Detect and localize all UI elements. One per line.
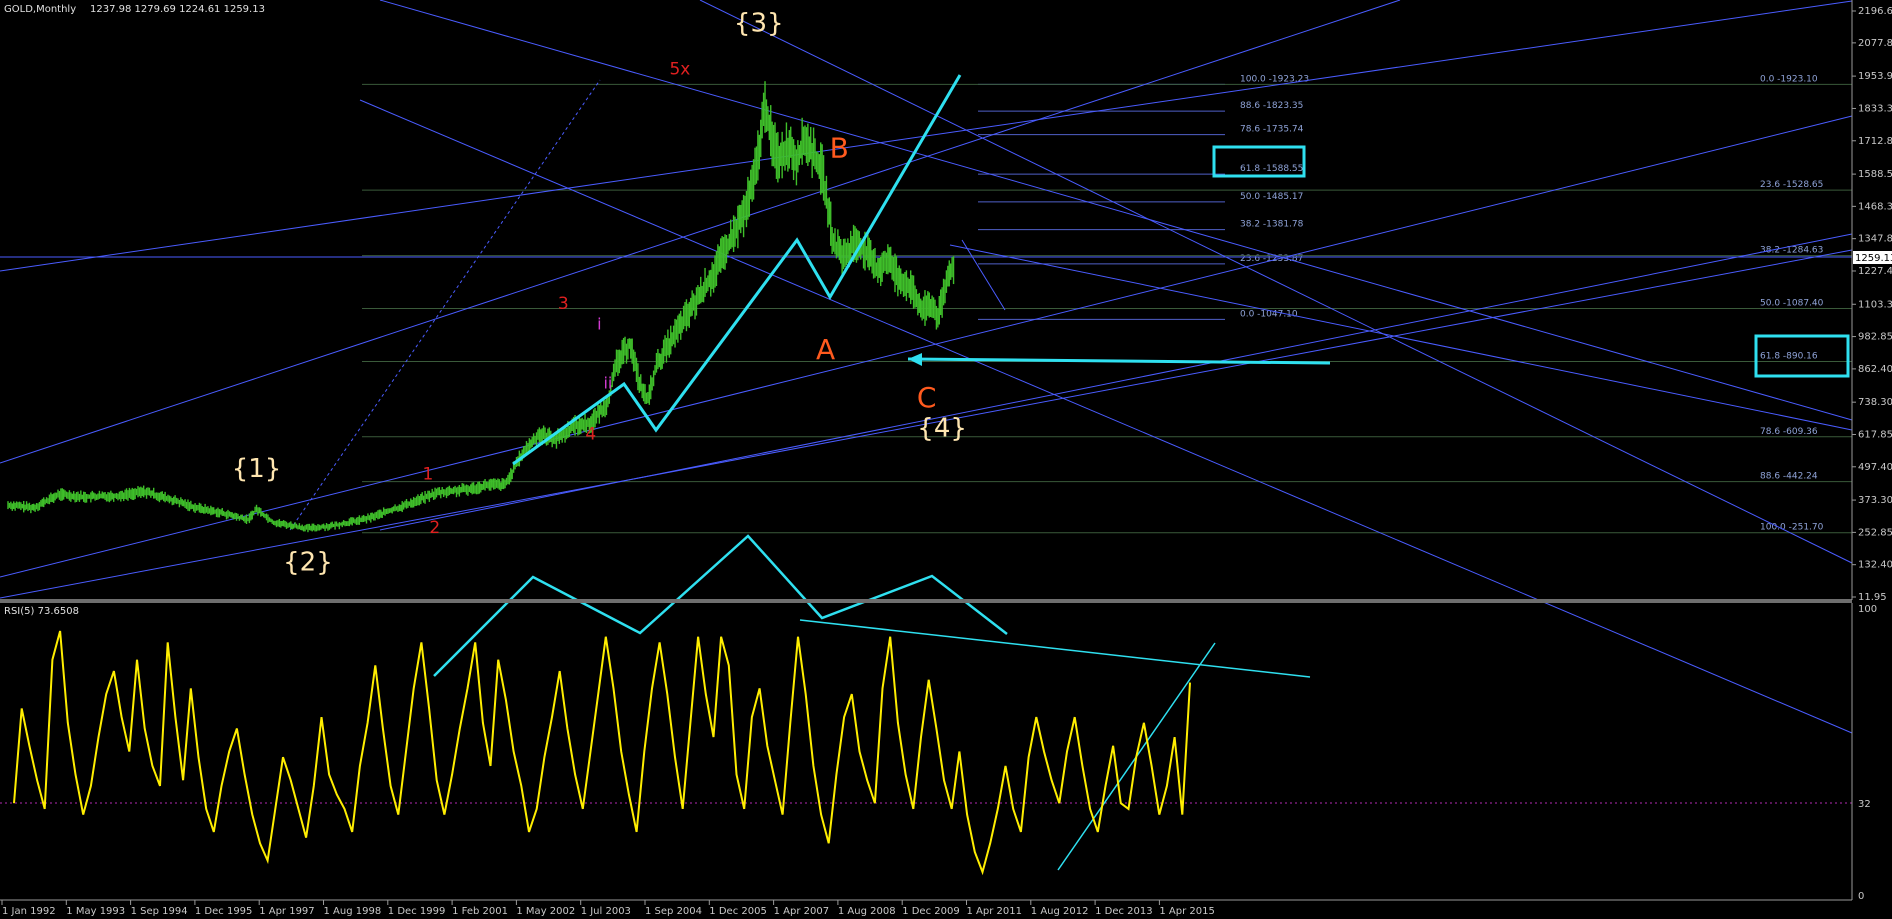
price-tick-label: 1103.30 — [1858, 299, 1892, 310]
time-tick-label: 1 May 1993 — [66, 906, 125, 917]
fib-level-label: 78.6 -609.36 — [1760, 427, 1818, 437]
rsi-indicator-label: RSI(5) 73.6508 — [4, 606, 79, 617]
time-tick-label: 1 Feb 2001 — [452, 906, 508, 917]
chart-symbol: GOLD,Monthly — [4, 4, 76, 15]
rsi-tick-label: 100 — [1858, 604, 1877, 615]
fib-level-label: 88.6 -442.24 — [1760, 472, 1818, 482]
rsi-tick-label: 32 — [1858, 799, 1871, 810]
wave-label: {4} — [917, 414, 967, 444]
price-tick-label: 862.40 — [1858, 364, 1892, 375]
price-tick-label: 1468.30 — [1858, 201, 1892, 212]
wave-label: 1 — [423, 465, 434, 485]
time-tick-label: 1 Aug 2008 — [838, 906, 896, 917]
price-tick-label: 373.30 — [1858, 495, 1892, 506]
time-tick-label: 1 Aug 1998 — [324, 906, 382, 917]
wave-label: {3} — [734, 9, 784, 39]
wave-label: A — [816, 333, 835, 366]
time-tick-label: 1 Dec 1999 — [388, 906, 446, 917]
price-tick-label: 2077.85 — [1858, 38, 1892, 49]
wave-label: i — [597, 314, 601, 333]
time-tick-label: 1 Apr 1997 — [259, 906, 314, 917]
chart-ohlc: 1237.98 1279.69 1224.61 1259.13 — [90, 4, 265, 15]
wave-label: {1} — [232, 454, 282, 484]
time-tick-label: 1 Dec 1995 — [195, 906, 253, 917]
wave-label: C — [917, 381, 937, 414]
time-tick-label: 1 Sep 2004 — [645, 906, 702, 917]
time-tick-label: 1 Jan 1992 — [2, 906, 56, 917]
chart-background — [0, 0, 1892, 919]
price-tick-label: 1953.90 — [1858, 71, 1892, 82]
fib-level-label: 100.0 -1923.23 — [1240, 74, 1309, 84]
fib-level-label: 50.0 -1485.17 — [1240, 192, 1303, 202]
fib-level-label: 23.6 -1528.65 — [1760, 180, 1823, 190]
time-tick-label: 1 Dec 2013 — [1095, 906, 1153, 917]
fib-level-label: 50.0 -1087.40 — [1760, 299, 1824, 309]
wave-label: 2 — [429, 518, 440, 538]
gold-monthly-chart: 100.0 -1923.23 88.6 -1823.35 78.6 -1735.74… — [0, 0, 1892, 919]
fib-level-label: 0.0 -1923.10 — [1760, 74, 1818, 84]
time-tick-label: 1 Apr 2011 — [967, 906, 1022, 917]
wave-label: 3 — [558, 294, 569, 314]
time-tick-label: 1 Aug 2012 — [1031, 906, 1089, 917]
current-price-label: 1259.13 — [1855, 253, 1892, 264]
rsi-tick-label: 0 — [1858, 891, 1864, 902]
fib-level-label: 61.8 -890.16 — [1760, 351, 1818, 361]
price-tick-label: 617.85 — [1858, 429, 1892, 440]
price-tick-label: 2196.65 — [1858, 6, 1892, 17]
time-tick-label: 1 Apr 2007 — [774, 906, 829, 917]
price-tick-label: 1588.55 — [1858, 169, 1892, 180]
time-tick-label: 1 Apr 2015 — [1159, 906, 1214, 917]
wave-label: 5x — [669, 59, 690, 79]
price-tick-label: 11.95 — [1858, 592, 1887, 603]
price-tick-label: 982.85 — [1858, 332, 1892, 343]
wave-label: {2} — [283, 548, 333, 578]
price-tick-label: 252.85 — [1858, 527, 1892, 538]
wave-label: ii — [603, 373, 612, 392]
panel-separator[interactable] — [0, 599, 1852, 603]
fib-level-label: 61.8 -1588.55 — [1240, 164, 1303, 174]
price-tick-label: 132.40 — [1858, 560, 1892, 571]
wave-label: 4 — [585, 424, 596, 444]
price-tick-label: 1227.40 — [1858, 266, 1892, 277]
price-tick-label: 1833.30 — [1858, 103, 1892, 114]
time-tick-label: 1 Jul 2003 — [581, 906, 631, 917]
price-tick-label: 1347.85 — [1858, 234, 1892, 245]
time-tick-label: 1 Dec 2009 — [902, 906, 960, 917]
time-tick-label: 1 Dec 2005 — [709, 906, 767, 917]
price-tick-label: 738.30 — [1858, 397, 1892, 408]
fib-level-label: 38.2 -1381.78 — [1240, 220, 1304, 230]
fib-level-label: 88.6 -1823.35 — [1240, 101, 1303, 111]
time-tick-label: 1 Sep 1994 — [131, 906, 188, 917]
fib-level-label: 78.6 -1735.74 — [1240, 125, 1304, 135]
fib-level-label: 100.0 -251.70 — [1760, 523, 1824, 533]
price-tick-label: 497.40 — [1858, 462, 1892, 473]
price-tick-label: 1712.85 — [1858, 136, 1892, 147]
current-price-marker: 1259.13 — [1853, 251, 1892, 264]
time-tick-label: 1 May 2002 — [516, 906, 575, 917]
wave-label: B — [830, 132, 849, 165]
